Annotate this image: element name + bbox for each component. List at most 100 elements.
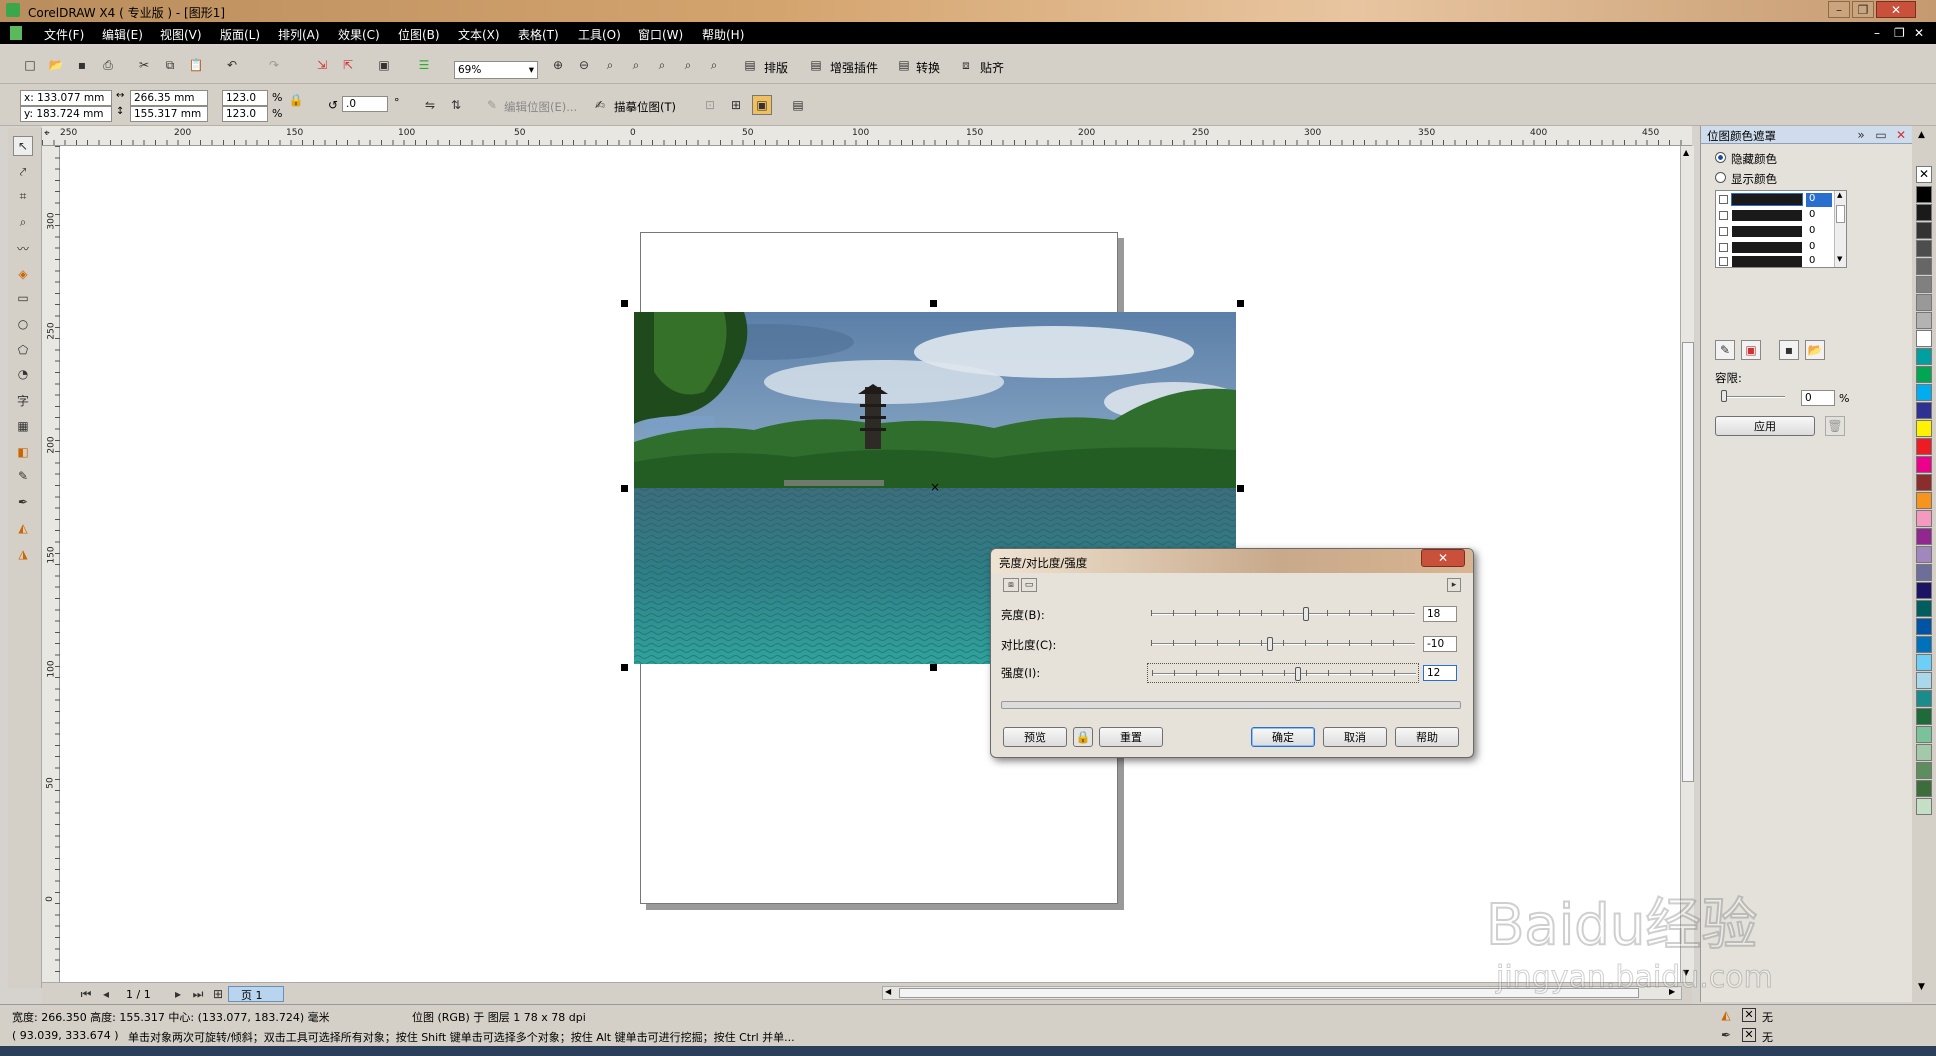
polygon-tool-icon[interactable]: ⬠ — [13, 340, 33, 360]
save-icon[interactable]: ▪ — [72, 55, 92, 75]
color-swatch-dark-teal[interactable] — [1916, 600, 1932, 617]
tolerance-thumb[interactable] — [1721, 390, 1727, 402]
y-position-field[interactable]: y: 183.724 mm — [20, 106, 112, 122]
handle-top-middle[interactable] — [930, 300, 937, 307]
handle-top-left[interactable] — [621, 300, 628, 307]
color-swatch-pale-blue[interactable] — [1916, 672, 1932, 689]
color-swatch-magenta[interactable] — [1916, 456, 1932, 473]
zoom-all-icon[interactable]: ⌕ — [626, 55, 646, 75]
zoom-select[interactable]: 69% ▾ — [454, 61, 538, 79]
lock-ratio-icon[interactable]: 🔒 — [286, 90, 306, 110]
color-swatch-gray-70[interactable] — [1916, 240, 1932, 257]
docker-minimize-icon[interactable]: ▭ — [1871, 125, 1891, 145]
redo-icon[interactable]: ↷ — [264, 55, 284, 75]
text-tool-icon[interactable]: 字 — [13, 390, 33, 410]
convert-plugin-button[interactable]: 转换 — [916, 59, 940, 76]
color-swatch-sky[interactable] — [1916, 654, 1932, 671]
open-icon[interactable]: 📂 — [46, 55, 66, 75]
freehand-tool-icon[interactable]: 〰 — [13, 238, 33, 258]
row-checkbox[interactable] — [1719, 257, 1728, 266]
color-swatch-black[interactable] — [1916, 186, 1932, 203]
scroll-up-icon[interactable]: ▲ — [1683, 148, 1689, 157]
layout-plugin-button[interactable]: 排版 — [764, 59, 788, 76]
color-swatch-blue[interactable] — [1916, 636, 1932, 653]
color-swatch-yellow[interactable] — [1916, 420, 1932, 437]
show-color-radio[interactable] — [1715, 172, 1726, 183]
hide-color-radio[interactable] — [1715, 152, 1726, 163]
color-swatch-lavender[interactable] — [1916, 546, 1932, 563]
interactive-fill-icon[interactable]: ◮ — [13, 544, 33, 564]
list-item[interactable]: 0 — [1718, 255, 1834, 267]
list-item[interactable]: 0 — [1718, 193, 1834, 207]
color-swatch-green[interactable] — [1916, 366, 1932, 383]
list-item[interactable]: 0 — [1718, 241, 1834, 255]
ok-button[interactable]: 确定 — [1251, 727, 1315, 747]
intensity-input[interactable]: 12 — [1423, 665, 1457, 681]
list-item[interactable]: 0 — [1718, 209, 1834, 223]
mirror-v-icon[interactable]: ⇅ — [446, 95, 466, 115]
undo-icon[interactable]: ↶ — [222, 55, 242, 75]
add-page-icon[interactable]: ⊞ — [208, 984, 228, 1004]
fill-tool-icon[interactable]: ◭ — [13, 518, 33, 538]
corel-online-icon[interactable]: ☰ — [414, 55, 434, 75]
horizontal-ruler[interactable]: 250 200 150 100 50 0 50 100 150 200 250 … — [42, 126, 1692, 146]
delete-mask-icon[interactable]: 🗑 — [1825, 416, 1845, 436]
export-icon[interactable]: ⇱ — [338, 55, 358, 75]
row-checkbox[interactable] — [1719, 195, 1728, 204]
palette-scroll-down-icon[interactable]: ▼ — [1918, 982, 1925, 992]
cancel-button[interactable]: 取消 — [1323, 727, 1387, 747]
color-swatch-cyan[interactable] — [1916, 384, 1932, 401]
color-swatch-sage[interactable] — [1916, 744, 1932, 761]
color-swatch-red[interactable] — [1916, 438, 1932, 455]
snap-plugin-icon[interactable]: ⧈ — [956, 55, 976, 75]
expand-dialog-icon[interactable]: ▸ — [1447, 578, 1461, 592]
print-icon[interactable]: ⎙ — [98, 55, 118, 75]
no-color-swatch[interactable]: ✕ — [1916, 166, 1932, 183]
apply-button[interactable]: 应用 — [1715, 416, 1815, 436]
list-scroll-down-icon[interactable]: ▼ — [1837, 255, 1842, 263]
color-swatch-forest[interactable] — [1916, 708, 1932, 725]
dialog-title-bar[interactable]: 亮度/对比度/强度 ✕ — [991, 549, 1473, 573]
zoom-width-icon[interactable]: ⌕ — [678, 55, 698, 75]
rotation-field[interactable]: .0 — [342, 96, 388, 112]
color-swatch-brown[interactable] — [1916, 474, 1932, 491]
dialog-close-icon[interactable]: ✕ — [1421, 549, 1465, 567]
scroll-left-icon[interactable]: ◀ — [885, 987, 891, 996]
menu-bitmaps[interactable]: 位图(B) — [398, 26, 440, 43]
crop-tool-icon[interactable]: ⌗ — [13, 186, 33, 206]
prev-page-icon[interactable]: ◂ — [96, 984, 116, 1004]
tolerance-input[interactable]: 0 — [1801, 390, 1835, 406]
pick-tool-icon[interactable]: ↖ — [13, 136, 33, 156]
zoom-page-icon[interactable]: ⌕ — [652, 55, 672, 75]
ruler-origin-icon[interactable]: ⌖ — [44, 128, 50, 139]
height-field[interactable]: 155.317 mm — [130, 106, 208, 122]
basic-shapes-icon[interactable]: ◔ — [13, 364, 33, 384]
color-picker-icon[interactable]: ✎ — [1715, 340, 1735, 360]
table-tool-icon[interactable]: ▦ — [13, 416, 33, 436]
doc-restore-icon[interactable]: ❐ — [1894, 26, 1905, 40]
layout-plugin-icon[interactable]: ▤ — [740, 55, 760, 75]
cut-icon[interactable]: ✂ — [134, 55, 154, 75]
color-swatch-navy[interactable] — [1916, 582, 1932, 599]
color-swatch-deep-blue[interactable] — [1916, 618, 1932, 635]
snap-plugin-button[interactable]: 贴齐 — [980, 59, 1004, 76]
handle-top-right[interactable] — [1237, 300, 1244, 307]
mirror-h-icon[interactable]: ⇋ — [420, 95, 440, 115]
tolerance-slider[interactable] — [1721, 390, 1785, 404]
color-swatch-teal[interactable] — [1916, 348, 1932, 365]
handle-bottom-left[interactable] — [621, 664, 628, 671]
paste-icon[interactable]: 📋 — [186, 55, 206, 75]
reset-button[interactable]: 重置 — [1099, 727, 1163, 747]
eyedropper-icon[interactable]: ✎ — [13, 466, 33, 486]
bitmap-mask-icon[interactable]: ▣ — [752, 95, 772, 115]
color-swatch-mint[interactable] — [1916, 726, 1932, 743]
palette-scroll-up-icon[interactable]: ▲ — [1918, 130, 1925, 140]
list-scroll-up-icon[interactable]: ▲ — [1837, 191, 1842, 199]
ellipse-tool-icon[interactable]: ○ — [13, 314, 33, 334]
import-icon[interactable]: ⇲ — [312, 55, 332, 75]
menu-effects[interactable]: 效果(C) — [338, 26, 380, 43]
width-field[interactable]: 266.35 mm — [130, 90, 208, 106]
menu-view[interactable]: 视图(V) — [160, 26, 202, 43]
row-checkbox[interactable] — [1719, 227, 1728, 236]
brightness-slider[interactable] — [1151, 605, 1415, 623]
